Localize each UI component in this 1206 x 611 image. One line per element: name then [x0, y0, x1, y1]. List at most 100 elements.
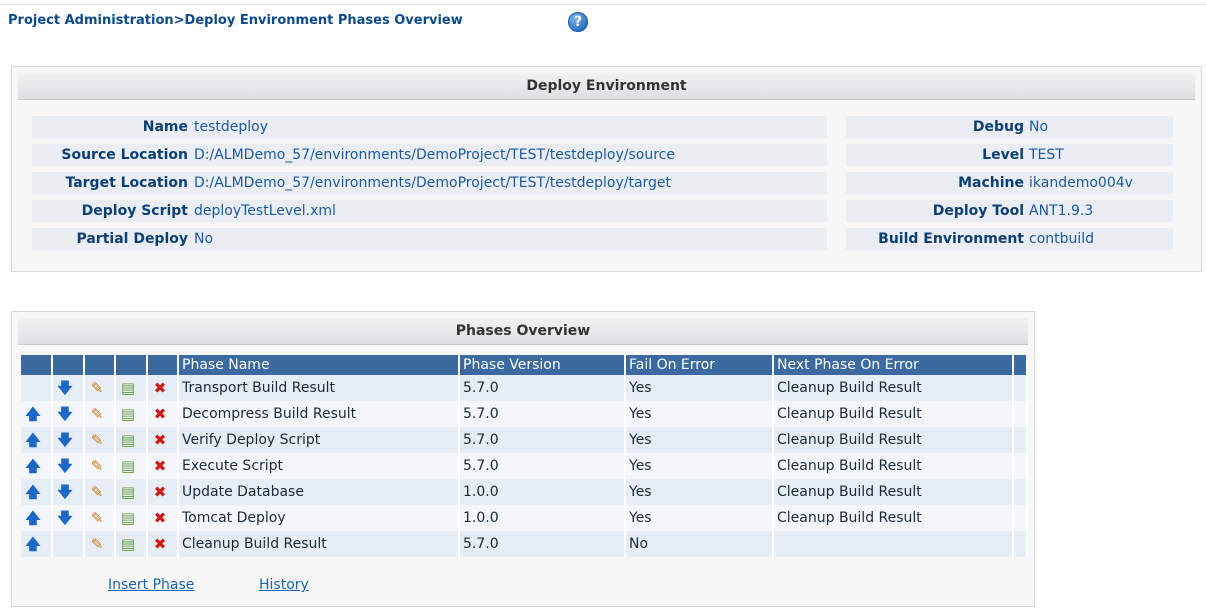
edit-icon[interactable]: ✎ [88, 379, 106, 397]
field-label: Deploy Tool [932, 203, 1024, 219]
fail-on-error: Yes [625, 427, 774, 453]
header-up [21, 355, 53, 375]
field-label: Source Location [61, 147, 188, 163]
edit-icon[interactable]: ✎ [88, 535, 106, 553]
header-next-phase-on-error[interactable]: Next Phase On Error [773, 355, 1014, 375]
delete-icon[interactable]: ✖ [151, 379, 169, 397]
edit-icon[interactable]: ✎ [88, 483, 106, 501]
fail-on-error: Yes [625, 401, 774, 427]
table-header-row: Phase Name Phase Version Fail On Error N… [21, 355, 1028, 375]
move-down-icon[interactable]: 🡇 [56, 379, 74, 397]
delete-icon[interactable]: ✖ [151, 431, 169, 449]
delete-icon[interactable]: ✖ [151, 483, 169, 501]
deploy-environment-panel: Deploy Environment Name testdeploy Sourc… [11, 66, 1202, 272]
header-copy [115, 355, 148, 375]
next-phase-on-error: Cleanup Build Result [773, 427, 1014, 453]
phase-version: 5.7.0 [459, 427, 626, 453]
move-down-icon[interactable]: 🡇 [56, 457, 74, 475]
field-label: Partial Deploy [76, 231, 188, 247]
move-down-icon[interactable]: 🡇 [56, 509, 74, 527]
next-phase-on-error: Cleanup Build Result [773, 479, 1014, 505]
move-down-icon[interactable]: 🡇 [56, 405, 74, 423]
copy-icon[interactable]: ▤ [119, 535, 137, 553]
field-deploy-tool: Deploy Tool ANT1.9.3 [846, 200, 1173, 222]
phase-name[interactable]: Decompress Build Result [178, 401, 460, 427]
copy-icon[interactable]: ▤ [119, 457, 137, 475]
copy-icon[interactable]: ▤ [119, 405, 137, 423]
field-value: D:/ALMDemo_57/environments/DemoProject/T… [194, 147, 675, 163]
field-value: ikandemo004v [1029, 175, 1133, 191]
phase-name[interactable]: Update Database [178, 479, 460, 505]
move-up-icon[interactable]: 🡅 [24, 431, 42, 449]
help-icon[interactable]: ? [568, 12, 588, 32]
move-up-icon[interactable]: 🡅 [24, 509, 42, 527]
copy-icon[interactable]: ▤ [119, 483, 137, 501]
header-phase-name[interactable]: Phase Name [178, 355, 460, 375]
field-value: deployTestLevel.xml [194, 203, 336, 219]
move-down-icon[interactable]: 🡇 [56, 483, 74, 501]
fail-on-error: Yes [625, 375, 774, 401]
move-up-icon[interactable]: 🡅 [24, 535, 42, 553]
edit-icon[interactable]: ✎ [88, 431, 106, 449]
field-source-location: Source Location D:/ALMDemo_57/environmen… [32, 144, 827, 166]
field-value: TEST [1029, 147, 1064, 163]
phase-version: 5.7.0 [459, 401, 626, 427]
next-phase-on-error: Cleanup Build Result [773, 401, 1014, 427]
delete-icon[interactable]: ✖ [151, 509, 169, 527]
copy-icon[interactable]: ▤ [119, 379, 137, 397]
phase-name[interactable]: Cleanup Build Result [178, 531, 460, 557]
header-spacer [1013, 355, 1028, 375]
field-level: Level TEST [846, 144, 1173, 166]
next-phase-on-error: Cleanup Build Result [773, 453, 1014, 479]
field-label: Deploy Script [81, 203, 188, 219]
phase-version: 5.7.0 [459, 375, 626, 401]
phase-version: 5.7.0 [459, 453, 626, 479]
move-down-icon[interactable]: 🡇 [56, 431, 74, 449]
copy-icon[interactable]: ▤ [119, 509, 137, 527]
field-deploy-script: Deploy Script deployTestLevel.xml [32, 200, 827, 222]
move-up-icon[interactable]: 🡅 [24, 483, 42, 501]
field-value: No [194, 231, 214, 247]
fail-on-error: Yes [625, 453, 774, 479]
field-value: D:/ALMDemo_57/environments/DemoProject/T… [194, 175, 672, 191]
field-label: Machine [958, 175, 1024, 191]
field-label: Target Location [65, 175, 188, 191]
edit-icon[interactable]: ✎ [88, 405, 106, 423]
fail-on-error: Yes [625, 505, 774, 531]
field-machine: Machine ikandemo004v [846, 172, 1173, 194]
move-up-icon[interactable]: 🡅 [24, 405, 42, 423]
move-up-icon[interactable]: 🡅 [24, 457, 42, 475]
move-down-cell [52, 531, 85, 557]
phase-version: 1.0.0 [459, 479, 626, 505]
next-phase-on-error: Cleanup Build Result [773, 505, 1014, 531]
delete-icon[interactable]: ✖ [151, 405, 169, 423]
phase-name[interactable]: Execute Script [178, 453, 460, 479]
field-name: Name testdeploy [32, 116, 827, 138]
field-target-location: Target Location D:/ALMDemo_57/environmen… [32, 172, 827, 194]
delete-icon[interactable]: ✖ [151, 457, 169, 475]
fail-on-error: Yes [625, 479, 774, 505]
phase-name[interactable]: Verify Deploy Script [178, 427, 460, 453]
delete-icon[interactable]: ✖ [151, 535, 169, 553]
field-value: testdeploy [194, 119, 269, 135]
header-fail-on-error[interactable]: Fail On Error [625, 355, 774, 375]
phase-name[interactable]: Transport Build Result [178, 375, 460, 401]
header-phase-version[interactable]: Phase Version [459, 355, 626, 375]
edit-icon[interactable]: ✎ [88, 457, 106, 475]
table-row: 🡅 🡇 ✎ ▤ ✖ Update Database 1.0.0 Yes Clea… [21, 479, 1028, 505]
history-link[interactable]: History [259, 577, 309, 593]
field-debug: Debug No [846, 116, 1173, 138]
phase-name[interactable]: Tomcat Deploy [178, 505, 460, 531]
field-label: Build Environment [878, 231, 1024, 247]
fail-on-error: No [625, 531, 774, 557]
header-down [52, 355, 85, 375]
table-row: 🡅 ✎ ▤ ✖ Cleanup Build Result 5.7.0 No [21, 531, 1028, 557]
phases-table: Phase Name Phase Version Fail On Error N… [21, 355, 1028, 557]
insert-phase-link[interactable]: Insert Phase [108, 577, 194, 593]
breadcrumb[interactable]: Project Administration>Deploy Environmen… [8, 13, 463, 28]
table-row: 🡅 🡇 ✎ ▤ ✖ Decompress Build Result 5.7.0 … [21, 401, 1028, 427]
field-partial-deploy: Partial Deploy No [32, 228, 827, 250]
copy-icon[interactable]: ▤ [119, 431, 137, 449]
edit-icon[interactable]: ✎ [88, 509, 106, 527]
field-label: Level [982, 147, 1024, 163]
